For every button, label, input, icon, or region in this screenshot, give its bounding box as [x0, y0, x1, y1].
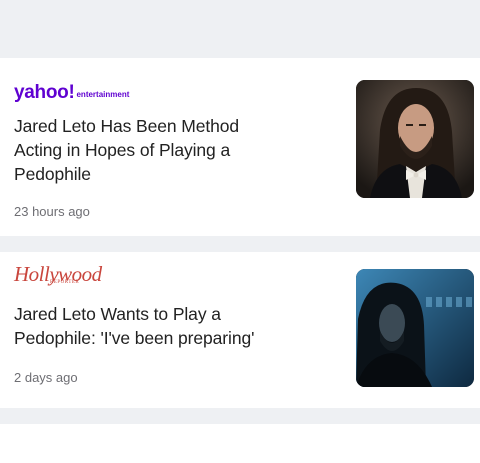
feed-top-gap [0, 0, 480, 58]
news-feed: yahoo! entertainment Jared Leto Has Been … [0, 0, 480, 463]
publisher-subtitle: entertainment [76, 90, 130, 99]
headline-line: Pedophile: 'I've been preparing' [14, 328, 255, 348]
publisher-subtitle: REPORTER [50, 280, 80, 285]
headline-line: Acting in Hopes of Playing a [14, 140, 231, 160]
headline[interactable]: Jared Leto Wants to Play a Pedophile: 'I… [14, 302, 334, 350]
timestamp: 2 days ago [14, 370, 78, 385]
news-item[interactable]: yahoo! entertainment Jared Leto Has Been … [0, 58, 480, 236]
feed-bottom-space [0, 424, 480, 463]
headline-line: Jared Leto Has Been Method [14, 116, 240, 136]
publisher-name: yahoo! [14, 82, 75, 103]
timestamp: 23 hours ago [14, 204, 90, 219]
portrait-photo-icon [356, 80, 474, 198]
publisher-logo-yahoo: yahoo! entertainment [14, 82, 129, 104]
film-still-photo-icon [356, 269, 474, 387]
headline-line: Jared Leto Wants to Play a [14, 304, 221, 324]
feed-divider [0, 236, 480, 252]
feed-divider [0, 408, 480, 424]
headline-line: Pedophile [14, 164, 91, 184]
news-item[interactable]: Hollywood REPORTER Jared Leto Wants to P… [0, 252, 480, 408]
headline[interactable]: Jared Leto Has Been Method Acting in Hop… [14, 114, 334, 186]
thumbnail-image[interactable] [356, 80, 474, 198]
thumbnail-image[interactable] [356, 269, 474, 387]
